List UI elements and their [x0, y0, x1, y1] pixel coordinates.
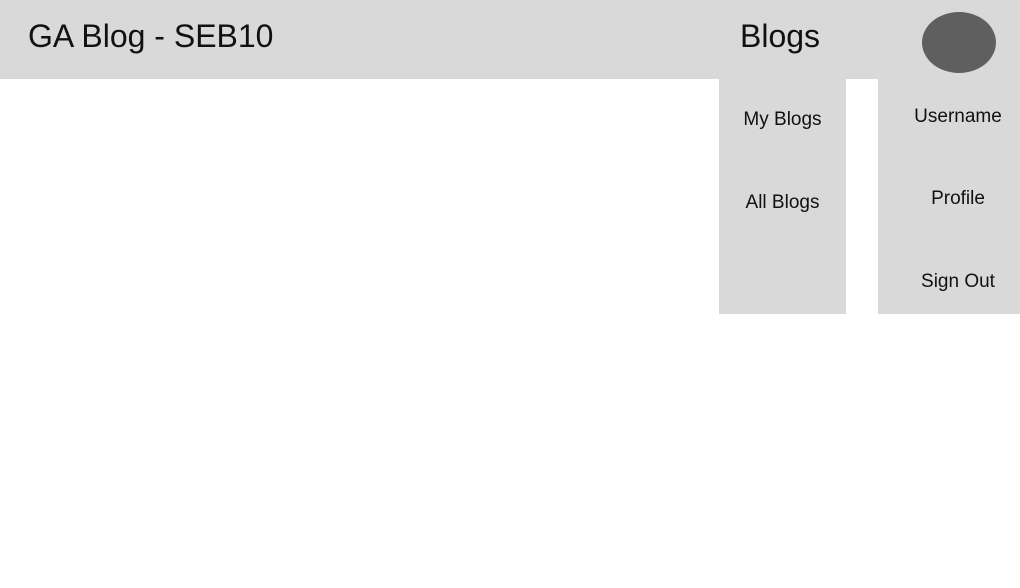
menu-item-sign-out[interactable]: Sign Out [878, 269, 1020, 295]
user-avatar-icon[interactable] [922, 12, 996, 73]
menu-item-username[interactable]: Username [878, 104, 1020, 130]
header-bar: GA Blog - SEB10 Blogs [0, 0, 1020, 79]
menu-item-my-blogs[interactable]: My Blogs [719, 107, 846, 133]
page: GA Blog - SEB10 Blogs My Blogs All Blogs… [0, 0, 1020, 588]
blogs-nav-link[interactable]: Blogs [740, 16, 820, 56]
menu-item-all-blogs[interactable]: All Blogs [719, 190, 846, 216]
user-dropdown-menu: Username Profile Sign Out [878, 79, 1020, 314]
menu-item-profile[interactable]: Profile [878, 186, 1020, 212]
blogs-dropdown-menu: My Blogs All Blogs [719, 79, 846, 314]
site-title[interactable]: GA Blog - SEB10 [28, 16, 273, 56]
